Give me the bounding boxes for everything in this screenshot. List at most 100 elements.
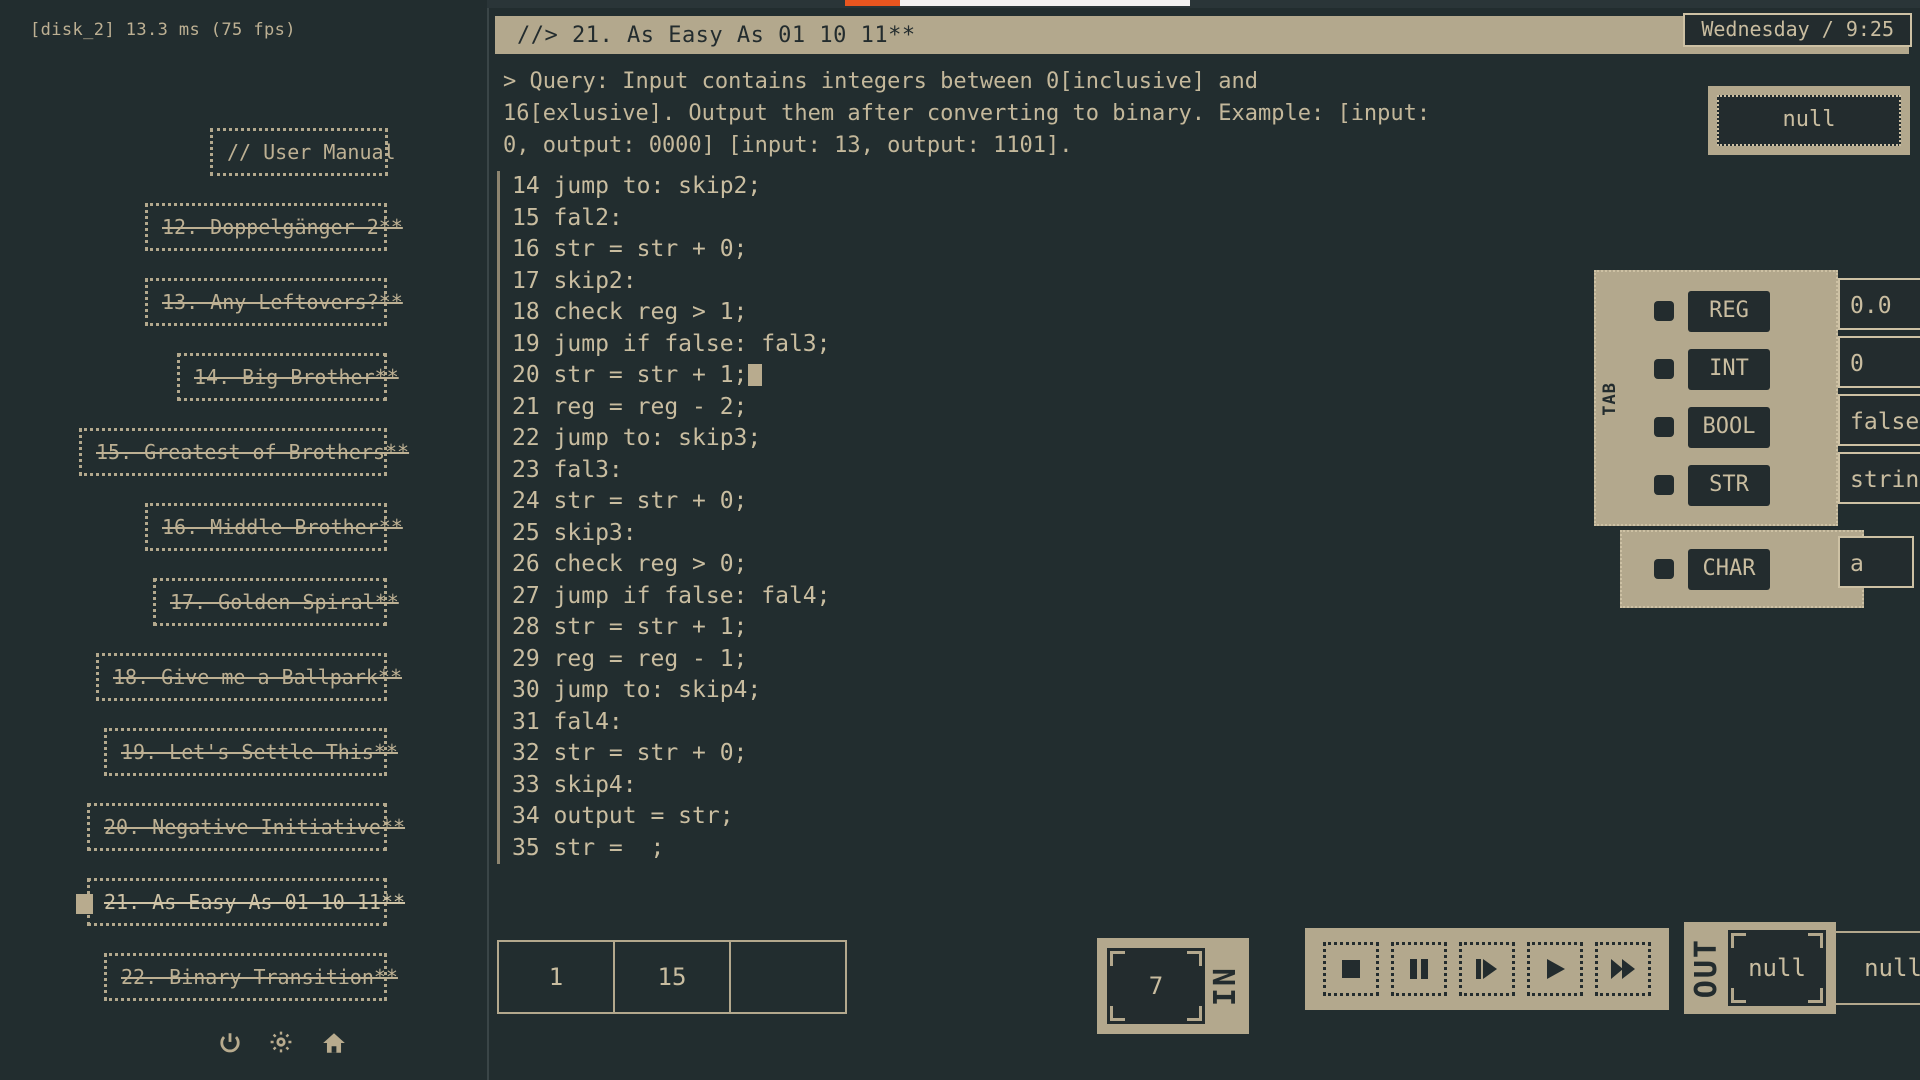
- code-line[interactable]: 18 check reg > 1;: [512, 297, 1412, 329]
- code-line-text: 32 str = str + 0;: [512, 740, 747, 766]
- level-menu-item[interactable]: // User Manual: [210, 128, 388, 176]
- char-variable-board: CHAR a: [1620, 530, 1864, 608]
- variables-panel: TAB REG0.0INT0BOOLfalseSTRstring CHAR a: [1594, 270, 1894, 608]
- code-line[interactable]: 34 output = str;: [512, 801, 1412, 833]
- home-icon[interactable]: [321, 1030, 347, 1056]
- code-line-text: 31 fal4:: [512, 709, 623, 735]
- code-line-text: 17 skip2:: [512, 268, 637, 294]
- code-line[interactable]: 14 jump to: skip2;: [512, 171, 1412, 203]
- level-menu-item[interactable]: 21. As Easy As 01 10 11**: [87, 878, 387, 926]
- level-menu-item[interactable]: 12. Doppelgänger 2**: [145, 203, 387, 251]
- sidebar: [disk_2] 13.3 ms (75 fps) // User Manual…: [0, 0, 487, 1080]
- query-line: > Query: Input contains integers between…: [503, 66, 1883, 98]
- code-line[interactable]: 21 reg = reg - 2;: [512, 392, 1412, 424]
- variable-indicator-dot: [1654, 301, 1674, 321]
- variable-name: CHAR: [1688, 549, 1770, 590]
- variable-row[interactable]: STRstring: [1596, 456, 1836, 514]
- code-line-text: 33 skip4:: [512, 772, 637, 798]
- stop-button[interactable]: [1323, 942, 1379, 996]
- code-line[interactable]: 16 str = str + 0;: [512, 234, 1412, 266]
- code-line-text: 27 jump if false: fal4;: [512, 583, 831, 609]
- level-menu-item-label: 19. Let's Settle This**: [121, 731, 398, 773]
- code-line-text: 28 str = str + 1;: [512, 614, 747, 640]
- playback-controls: [1305, 928, 1669, 1010]
- level-menu-item[interactable]: 19. Let's Settle This**: [104, 728, 387, 776]
- main-panel: //> 21. As Easy As 01 10 11** Wednesday …: [487, 8, 1920, 1080]
- input-active-cell[interactable]: 7: [1107, 948, 1205, 1024]
- level-menu-item[interactable]: 17. Golden Spiral**: [153, 578, 387, 626]
- code-line[interactable]: 26 check reg > 0;: [512, 549, 1412, 581]
- code-line[interactable]: 24 str = str + 0;: [512, 486, 1412, 518]
- code-line[interactable]: 30 jump to: skip4;: [512, 675, 1412, 707]
- variable-value: string: [1838, 452, 1920, 504]
- code-line-text: 18 check reg > 1;: [512, 299, 747, 325]
- level-menu-item[interactable]: 16. Middle Brother**: [145, 503, 387, 551]
- code-line[interactable]: 22 jump to: skip3;: [512, 423, 1412, 455]
- variable-row[interactable]: BOOLfalse: [1596, 398, 1836, 456]
- level-menu: // User Manual 12. Doppelgänger 2** 13. An…: [0, 128, 487, 1028]
- fast-forward-button[interactable]: [1595, 942, 1651, 996]
- corner-mark: [1110, 1006, 1125, 1021]
- level-menu-item[interactable]: 20. Negative Initiative**: [87, 803, 387, 851]
- browser-tab-orange: [845, 0, 900, 6]
- variable-value: 0: [1838, 336, 1920, 388]
- level-menu-item-label: 21. As Easy As 01 10 11**: [104, 881, 405, 923]
- level-menu-item[interactable]: 22. Binary Transition**: [104, 953, 387, 1001]
- preview-value: null: [1717, 95, 1901, 146]
- step-button[interactable]: [1459, 942, 1515, 996]
- variable-row-char[interactable]: CHAR a: [1622, 540, 1862, 598]
- variables-board: TAB REG0.0INT0BOOLfalseSTRstring: [1594, 270, 1838, 526]
- output-tag-box: OUT null: [1684, 922, 1836, 1014]
- power-icon[interactable]: [217, 1030, 243, 1056]
- level-menu-item-label: 14. Big Brother**: [194, 356, 399, 398]
- code-line[interactable]: 25 skip3:: [512, 518, 1412, 550]
- variable-indicator-dot: [1654, 559, 1674, 579]
- corner-mark: [1808, 988, 1823, 1003]
- code-line[interactable]: 19 jump if false: fal3;: [512, 329, 1412, 361]
- code-line-text: 29 reg = reg - 1;: [512, 646, 747, 672]
- code-line[interactable]: 15 fal2:: [512, 203, 1412, 235]
- code-editor[interactable]: 14 jump to: skip2;15 fal2:16 str = str +…: [497, 171, 1412, 864]
- code-line[interactable]: 31 fal4:: [512, 707, 1412, 739]
- code-line[interactable]: 17 skip2:: [512, 266, 1412, 298]
- code-line[interactable]: 20 str = str + 1;: [512, 360, 1412, 392]
- code-line[interactable]: 23 fal3:: [512, 455, 1412, 487]
- variable-row[interactable]: INT0: [1596, 340, 1836, 398]
- code-line-text: 26 check reg > 0;: [512, 551, 747, 577]
- corner-mark: [1187, 951, 1202, 966]
- variable-name: INT: [1688, 349, 1770, 390]
- level-menu-item[interactable]: 13. Any Leftovers?**: [145, 278, 387, 326]
- variable-indicator-dot: [1654, 359, 1674, 379]
- output-tape: nullnull: [1836, 931, 1920, 1005]
- level-menu-item[interactable]: 15. Greatest of Brothers**: [79, 428, 387, 476]
- code-line-text: 35 str = ;: [512, 835, 664, 861]
- level-menu-item-label: 13. Any Leftovers?**: [162, 281, 403, 323]
- output-active-cell[interactable]: null: [1728, 930, 1826, 1006]
- output-active-value: null: [1748, 954, 1806, 982]
- code-line[interactable]: 27 jump if false: fal4;: [512, 581, 1412, 613]
- pause-button[interactable]: [1391, 942, 1447, 996]
- gear-icon[interactable]: [269, 1030, 295, 1056]
- input-active-value: 7: [1149, 972, 1163, 1000]
- code-line[interactable]: 32 str = str + 0;: [512, 738, 1412, 770]
- query-line: 0, output: 0000] [input: 13, output: 110…: [503, 130, 1883, 162]
- corner-mark: [1808, 933, 1823, 948]
- corner-mark: [1731, 933, 1746, 948]
- input-tag-label: IN: [1211, 966, 1241, 1006]
- level-menu-item-label: 12. Doppelgänger 2**: [162, 206, 403, 248]
- code-line[interactable]: 35 str = ;: [512, 833, 1412, 865]
- level-menu-item[interactable]: 18. Give me a Ballpark**: [96, 653, 387, 701]
- code-line[interactable]: 29 reg = reg - 1;: [512, 644, 1412, 676]
- code-line-text: 21 reg = reg - 2;: [512, 394, 747, 420]
- clock: Wednesday / 9:25: [1683, 13, 1912, 47]
- variable-value: 0.0: [1838, 278, 1920, 330]
- code-line[interactable]: 28 str = str + 1;: [512, 612, 1412, 644]
- code-line-text: 30 jump to: skip4;: [512, 677, 761, 703]
- output-panel: OUT null nullnull: [1684, 922, 1920, 1014]
- variable-row[interactable]: REG0.0: [1596, 282, 1836, 340]
- level-menu-item-label: 22. Binary Transition**: [121, 956, 398, 998]
- play-button[interactable]: [1527, 942, 1583, 996]
- level-menu-item[interactable]: 14. Big Brother**: [177, 353, 387, 401]
- output-tag-label: OUT: [1692, 938, 1722, 998]
- code-line[interactable]: 33 skip4:: [512, 770, 1412, 802]
